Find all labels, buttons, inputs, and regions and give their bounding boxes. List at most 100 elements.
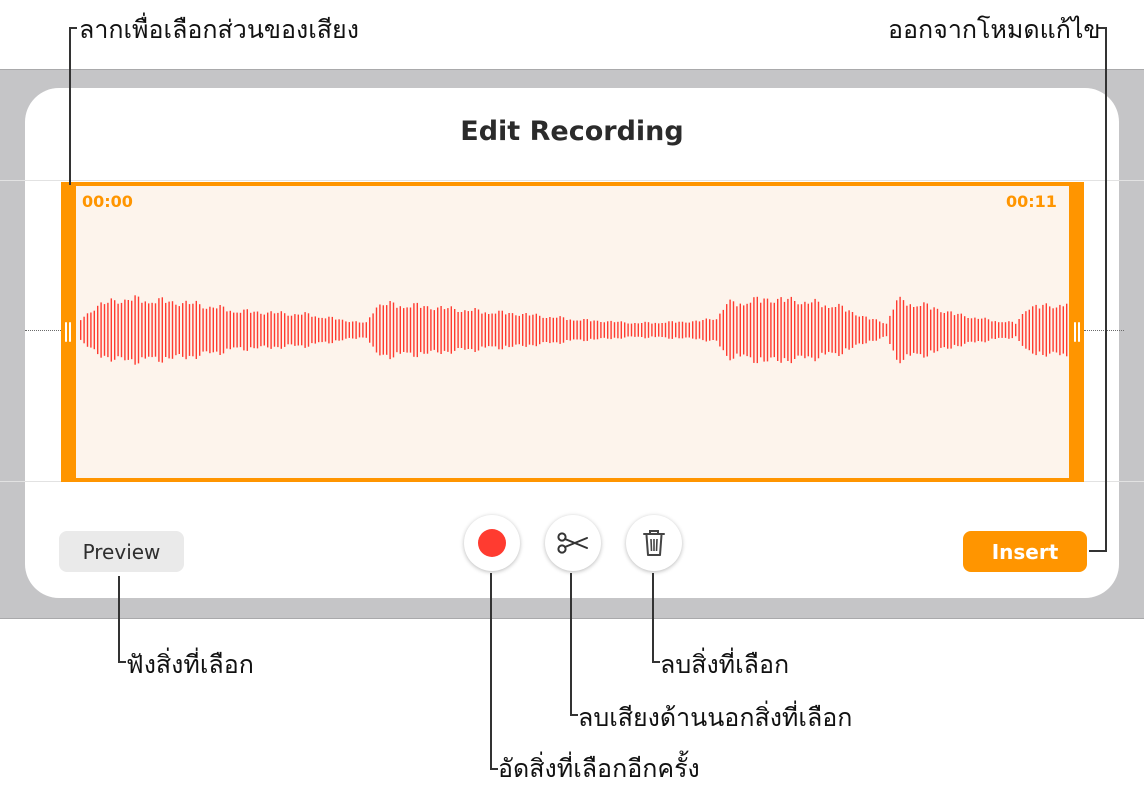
waveform-bar — [732, 301, 735, 359]
waveform-bar — [392, 302, 395, 358]
waveform-bar — [270, 311, 272, 349]
waveform-bar — [199, 304, 201, 356]
waveform-bar — [253, 311, 255, 349]
waveform-bar — [1032, 306, 1034, 354]
waveform-bar — [654, 322, 656, 338]
waveform-bar — [457, 312, 459, 348]
waveform-bar — [358, 322, 361, 338]
waveform-bar — [671, 321, 673, 339]
waveform-bar — [267, 312, 269, 348]
waveform-bar — [661, 323, 663, 337]
insert-button[interactable]: Insert — [963, 531, 1087, 572]
waveform-bar — [984, 317, 986, 343]
waveform-bar — [148, 303, 150, 357]
waveform-bar — [324, 318, 327, 342]
waveform-bar — [994, 321, 996, 339]
waveform-bar — [1025, 311, 1027, 349]
waveform-bar — [443, 309, 446, 351]
waveform-bar — [362, 322, 364, 338]
waveform-bar — [532, 314, 534, 346]
waveform-bar — [454, 309, 456, 351]
waveform-bar — [304, 312, 306, 348]
waveform-bar — [668, 321, 670, 339]
delete-button[interactable] — [626, 515, 682, 571]
waveform-bar — [314, 316, 316, 344]
waveform-bar — [219, 305, 221, 355]
waveform-bar — [229, 310, 231, 350]
callout-rerecord-selection: อัดสิ่งที่เลือกอีกครั้ง — [498, 754, 700, 783]
waveform-bar — [168, 301, 170, 359]
waveform-bar — [998, 322, 1000, 338]
waveform-bar — [110, 298, 112, 362]
waveform-bar — [736, 306, 738, 354]
waveform-bar — [1038, 308, 1041, 352]
timeline-dotted-left — [25, 330, 61, 331]
waveform-bar — [467, 311, 469, 349]
grip-icon — [1074, 322, 1080, 342]
waveform-bar — [851, 312, 854, 348]
waveform-bar — [641, 323, 643, 337]
trim-button[interactable] — [545, 515, 601, 571]
waveform-bar — [396, 307, 398, 353]
waveform-bar — [896, 300, 898, 360]
waveform-bar — [936, 308, 939, 352]
waveform-bar — [947, 311, 949, 349]
waveform-bar — [542, 317, 544, 343]
leader-line — [652, 573, 654, 663]
waveform-bar — [675, 322, 677, 338]
waveform-bar — [423, 306, 425, 354]
waveform-bar — [821, 307, 823, 353]
waveform-bar — [556, 317, 558, 343]
waveform-bar — [365, 322, 367, 338]
waveform-bar — [916, 306, 918, 354]
waveform-bar — [583, 319, 585, 342]
waveform-bar — [964, 316, 966, 344]
waveform-bar — [151, 302, 153, 358]
waveform-bar — [603, 322, 605, 338]
waveform-bar — [185, 300, 187, 360]
waveform-bar — [175, 304, 177, 356]
waveform-bar — [919, 306, 922, 355]
waveform-bar — [596, 320, 599, 340]
leader-line — [118, 661, 126, 663]
waveform-bar — [800, 304, 803, 356]
waveform-bar — [862, 316, 864, 345]
waveform-bar — [440, 306, 442, 354]
scissors-icon — [557, 532, 588, 554]
waveform-bar — [872, 319, 874, 341]
waveform-bar — [154, 303, 157, 357]
waveform-bar — [709, 319, 711, 341]
waveform-bar — [114, 300, 116, 360]
waveform-bar — [573, 320, 575, 340]
waveform-bar — [817, 301, 820, 359]
waveform-bar — [494, 313, 497, 347]
waveform-bar — [1035, 304, 1037, 356]
waveform-bar — [569, 319, 571, 341]
waveform-bar — [729, 299, 731, 361]
preview-button[interactable]: Preview — [59, 531, 184, 572]
waveform-bar — [205, 308, 208, 352]
waveform-bar — [171, 301, 174, 359]
waveform-bar — [746, 303, 748, 357]
waveform-bar — [698, 321, 701, 339]
waveform-bar — [518, 315, 520, 345]
waveform-bar — [590, 321, 592, 339]
waveform-bar — [838, 303, 840, 356]
waveform-bar — [1049, 306, 1051, 354]
waveform-bar — [290, 315, 293, 345]
waveform-bar — [858, 316, 860, 344]
waveform-bar — [182, 303, 184, 357]
waveform-bar — [250, 312, 252, 348]
dialog-title: Edit Recording — [460, 116, 684, 147]
waveform-bar — [379, 304, 381, 356]
waveform-bar — [280, 311, 282, 349]
waveform-bar — [834, 307, 837, 354]
audio-waveform[interactable] — [76, 186, 1069, 478]
waveform-bar — [307, 313, 310, 347]
waveform-bar — [413, 303, 415, 357]
waveform-bar — [777, 298, 779, 361]
waveform-bar — [868, 319, 871, 341]
waveform-bar — [83, 316, 85, 344]
waveform-bar — [811, 302, 813, 358]
rerecord-button[interactable] — [464, 515, 520, 571]
